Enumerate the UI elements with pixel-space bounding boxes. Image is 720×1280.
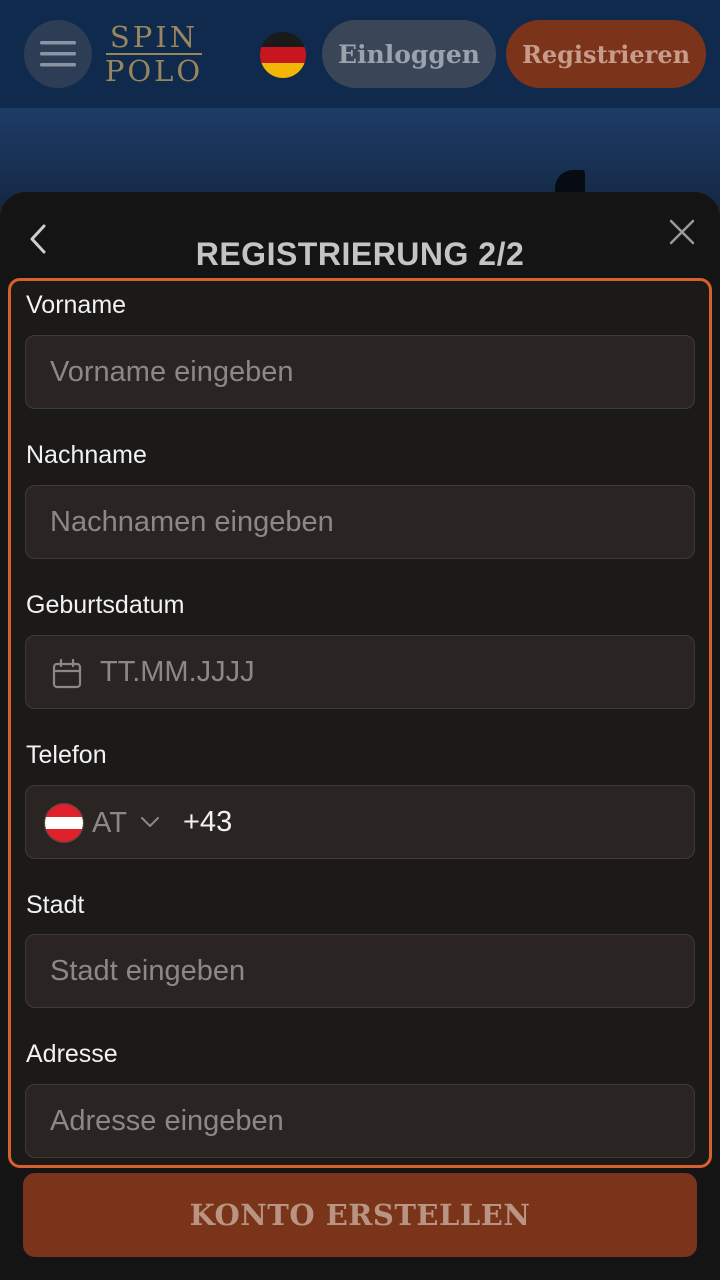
registration-modal: REGISTRIERUNG 2/2 Vorname Nachname Gebur… bbox=[0, 192, 720, 1280]
hamburger-menu-icon bbox=[40, 41, 76, 67]
at-flag-icon[interactable] bbox=[45, 804, 83, 842]
de-flag-icon[interactable] bbox=[260, 32, 306, 78]
phone-field[interactable]: AT +43 bbox=[25, 785, 695, 859]
firstname-field[interactable] bbox=[25, 335, 695, 409]
site-header: SPIN POLO Einloggen Registrieren bbox=[0, 0, 720, 108]
chevron-down-icon[interactable] bbox=[139, 814, 161, 830]
create-account-button[interactable]: KONTO ERSTELLEN bbox=[23, 1173, 697, 1257]
menu-button[interactable] bbox=[24, 20, 92, 88]
calendar-icon bbox=[52, 658, 82, 689]
login-button[interactable]: Einloggen bbox=[322, 20, 496, 88]
address-field[interactable] bbox=[25, 1084, 695, 1158]
logo-line-2: POLO bbox=[104, 54, 204, 88]
city-field[interactable] bbox=[25, 934, 695, 1008]
lastname-field[interactable] bbox=[25, 485, 695, 559]
address-label: Adresse bbox=[26, 1040, 118, 1068]
birthdate-label: Geburtsdatum bbox=[26, 591, 185, 619]
phone-prefix: +43 bbox=[183, 806, 233, 838]
lastname-label: Nachname bbox=[26, 441, 147, 469]
address-input[interactable] bbox=[26, 1085, 694, 1157]
city-input[interactable] bbox=[26, 935, 694, 1007]
modal-title: REGISTRIERUNG 2/2 bbox=[195, 236, 525, 272]
logo-line-1: SPIN bbox=[109, 20, 199, 54]
phone-label: Telefon bbox=[26, 741, 107, 769]
birthdate-input[interactable] bbox=[26, 636, 694, 708]
city-label: Stadt bbox=[26, 891, 85, 919]
firstname-input[interactable] bbox=[26, 336, 694, 408]
registration-form: Vorname Nachname Geburtsdatum Telefon bbox=[8, 278, 712, 1168]
lastname-input[interactable] bbox=[26, 486, 694, 558]
firstname-label: Vorname bbox=[26, 291, 127, 319]
spinpolo-logo[interactable]: SPIN POLO bbox=[104, 22, 204, 86]
register-button[interactable]: Registrieren bbox=[506, 20, 706, 88]
country-code-select[interactable]: AT bbox=[92, 807, 127, 840]
birthdate-field[interactable] bbox=[25, 635, 695, 709]
